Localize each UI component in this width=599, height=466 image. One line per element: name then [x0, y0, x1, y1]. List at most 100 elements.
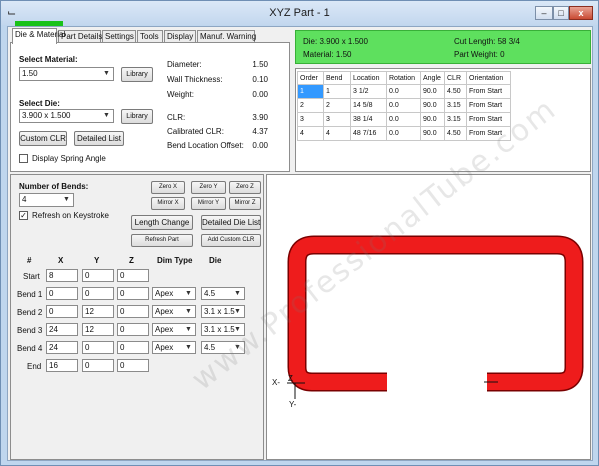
column-header[interactable]: Order: [297, 71, 324, 85]
chevron-down-icon: ▼: [185, 308, 192, 315]
refresh-on-keystroke-checkbox[interactable]: ✓: [19, 211, 28, 220]
bend-3-z-input[interactable]: 0: [117, 323, 149, 336]
add-custom-clr-button[interactable]: Add Custom CLR: [201, 234, 261, 247]
column-header[interactable]: Orientation: [466, 71, 511, 85]
column-header[interactable]: Rotation: [386, 71, 421, 85]
bend-3-die-select[interactable]: 3.1 x 1.5 ▼: [201, 323, 245, 336]
zero-y-button[interactable]: Zero Y: [191, 181, 226, 194]
summary-cut-length: Cut Length: 58 3/4: [454, 37, 520, 46]
table-cell[interactable]: 1: [297, 84, 324, 99]
table-cell[interactable]: 2: [297, 98, 324, 113]
axis-y-label: Y-: [289, 400, 297, 409]
column-header-x: X: [58, 256, 64, 265]
table-row[interactable]: 1 1 3 1/2 0.0 90.0 4.50 From Start: [297, 84, 511, 99]
bend-2-z-input[interactable]: 0: [117, 305, 149, 318]
length-change-button[interactable]: Length Change: [131, 215, 193, 230]
start-y-input[interactable]: 0: [82, 269, 114, 282]
table-cell[interactable]: 2: [323, 98, 351, 113]
start-z-input[interactable]: 0: [117, 269, 149, 282]
title-bar[interactable]: ⌙ XYZ Part - 1 – □ x: [1, 1, 598, 25]
table-cell[interactable]: 0.0: [386, 112, 421, 127]
column-header[interactable]: CLR: [444, 71, 467, 85]
table-cell[interactable]: 4.50: [444, 126, 467, 141]
bend-2-die-select[interactable]: 3.1 x 1.5 ▼: [201, 305, 245, 318]
bend-1-y-input[interactable]: 0: [82, 287, 114, 300]
table-row[interactable]: 3 3 38 1/4 0.0 90.0 3.15 From Start: [297, 112, 511, 127]
maximize-button[interactable]: □: [553, 6, 569, 20]
column-header[interactable]: Bend: [323, 71, 351, 85]
material-select[interactable]: 1.50 ▼: [19, 67, 114, 81]
bend-3-x-input[interactable]: 24: [46, 323, 78, 336]
table-cell[interactable]: 48 7/16: [350, 126, 387, 141]
column-header[interactable]: Angle: [420, 71, 445, 85]
bend-4-die-select[interactable]: 4.5 ▼: [201, 341, 245, 354]
app-window: ⌙ XYZ Part - 1 – □ x Die & Material Part…: [0, 0, 599, 466]
clr-label: CLR:: [167, 113, 186, 122]
number-of-bends-select[interactable]: 4 ▼: [19, 193, 74, 207]
table-cell[interactable]: 4: [297, 126, 324, 141]
table-cell[interactable]: From Start: [466, 112, 511, 127]
end-x-input[interactable]: 16: [46, 359, 78, 372]
table-cell[interactable]: 1: [323, 84, 351, 99]
table-cell[interactable]: 14 5/8: [350, 98, 387, 113]
mirror-y-button[interactable]: Mirror Y: [191, 197, 226, 210]
detailed-die-list-button[interactable]: Detailed Die List: [201, 215, 261, 230]
bend-1-die-select[interactable]: 4.5 ▼: [201, 287, 245, 300]
end-y-input[interactable]: 0: [82, 359, 114, 372]
bend-order-grid[interactable]: Order Bend Location Rotation Angle CLR O…: [295, 68, 591, 172]
bend-1-z-input[interactable]: 0: [117, 287, 149, 300]
table-cell[interactable]: 3 1/2: [350, 84, 387, 99]
material-library-button[interactable]: Library: [121, 67, 153, 82]
table-cell[interactable]: 4.50: [444, 84, 467, 99]
table-cell[interactable]: 3.15: [444, 98, 467, 113]
close-button[interactable]: x: [569, 6, 593, 20]
summary-banner: Die: 3.900 x 1.500 Material: 1.50 Cut Le…: [295, 30, 591, 64]
bend-4-z-input[interactable]: 0: [117, 341, 149, 354]
bend-4-dim-type-select[interactable]: Apex ▼: [152, 341, 196, 354]
die-library-button[interactable]: Library: [121, 109, 153, 124]
table-cell[interactable]: 38 1/4: [350, 112, 387, 127]
bend-4-x-input[interactable]: 24: [46, 341, 78, 354]
table-cell[interactable]: 3.15: [444, 112, 467, 127]
spring-angle-checkbox[interactable]: [19, 154, 28, 163]
row-label-bend-1: Bend 1: [17, 290, 43, 299]
table-cell[interactable]: 4: [323, 126, 351, 141]
table-cell[interactable]: From Start: [466, 98, 511, 113]
table-cell[interactable]: 3: [323, 112, 351, 127]
table-cell[interactable]: 90.0: [420, 98, 445, 113]
table-row[interactable]: 4 4 48 7/16 0.0 90.0 4.50 From Start: [297, 126, 511, 141]
tab-die-material[interactable]: Die & Material: [12, 28, 65, 44]
die-select[interactable]: 3.900 x 1.500 ▼: [19, 109, 114, 123]
table-cell[interactable]: 90.0: [420, 84, 445, 99]
bend-2-dim-type-select[interactable]: Apex ▼: [152, 305, 196, 318]
table-cell[interactable]: From Start: [466, 126, 511, 141]
part-3d-viewport[interactable]: X- Z Y-: [266, 174, 591, 460]
zero-x-button[interactable]: Zero X: [151, 181, 185, 194]
refresh-part-button[interactable]: Refresh Part: [131, 234, 193, 247]
mirror-z-button[interactable]: Mirror Z: [229, 197, 261, 210]
detailed-list-button[interactable]: Detailed List: [74, 131, 124, 146]
table-cell[interactable]: 3: [297, 112, 324, 127]
bend-2-y-input[interactable]: 12: [82, 305, 114, 318]
bend-2-x-input[interactable]: 0: [46, 305, 78, 318]
table-cell[interactable]: 90.0: [420, 112, 445, 127]
start-x-input[interactable]: 8: [46, 269, 78, 282]
column-header[interactable]: Location: [350, 71, 387, 85]
end-z-input[interactable]: 0: [117, 359, 149, 372]
table-cell[interactable]: 90.0: [420, 126, 445, 141]
bend-1-x-input[interactable]: 0: [46, 287, 78, 300]
table-cell[interactable]: 0.0: [386, 98, 421, 113]
table-cell[interactable]: From Start: [466, 84, 511, 99]
bend-3-y-input[interactable]: 12: [82, 323, 114, 336]
table-cell[interactable]: 0.0: [386, 84, 421, 99]
table-cell[interactable]: 0.0: [386, 126, 421, 141]
table-row[interactable]: 2 2 14 5/8 0.0 90.0 3.15 From Start: [297, 98, 511, 113]
bend-4-y-input[interactable]: 0: [82, 341, 114, 354]
client-area: Die & Material Part Details Settings Too…: [7, 26, 593, 461]
custom-clr-button[interactable]: Custom CLR: [19, 131, 67, 146]
zero-z-button[interactable]: Zero Z: [229, 181, 261, 194]
minimize-button[interactable]: –: [535, 6, 553, 20]
bend-3-dim-type-select[interactable]: Apex ▼: [152, 323, 196, 336]
mirror-x-button[interactable]: Mirror X: [151, 197, 185, 210]
bend-1-dim-type-select[interactable]: Apex ▼: [152, 287, 196, 300]
